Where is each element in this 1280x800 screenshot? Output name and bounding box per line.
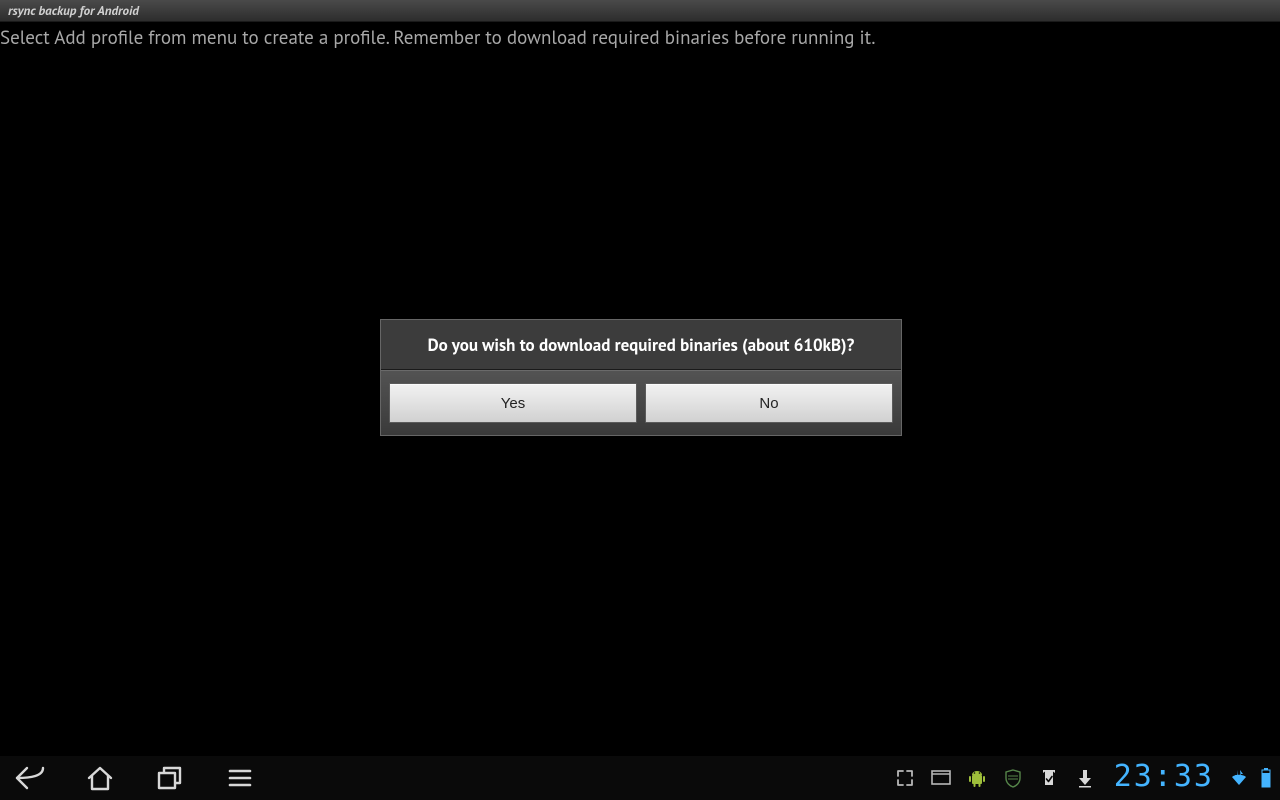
back-button[interactable]: [10, 758, 50, 798]
content-area: Select Add profile from menu to create a…: [0, 22, 1280, 52]
nav-buttons-left: [6, 758, 260, 798]
battery-icon: [1260, 765, 1272, 791]
download-complete-icon: [1036, 765, 1062, 791]
app-title: rsync backup for Android: [8, 2, 139, 19]
back-icon: [13, 764, 47, 792]
status-icons-right: 23:33: [892, 763, 1274, 793]
home-button[interactable]: [80, 758, 120, 798]
clock[interactable]: 23:33: [1114, 762, 1214, 792]
menu-button[interactable]: [220, 758, 260, 798]
download-binaries-dialog: Do you wish to download required binarie…: [380, 319, 902, 436]
dialog-button-row: Yes No: [381, 370, 901, 435]
menu-icon: [227, 766, 253, 790]
title-bar: rsync backup for Android: [0, 0, 1280, 22]
instruction-text: Select Add profile from menu to create a…: [0, 26, 875, 50]
wifi-icon: [1228, 765, 1250, 791]
download-icon: [1072, 765, 1098, 791]
home-icon: [85, 764, 115, 792]
system-navigation-bar: 23:33: [0, 756, 1280, 800]
screenshot-icon[interactable]: [928, 765, 954, 791]
expand-icon[interactable]: [892, 765, 918, 791]
yes-button[interactable]: Yes: [389, 383, 637, 423]
dialog-message: Do you wish to download required binarie…: [381, 320, 901, 370]
recent-apps-icon: [155, 764, 185, 792]
no-button[interactable]: No: [645, 383, 893, 423]
recent-apps-button[interactable]: [150, 758, 190, 798]
android-icon: [964, 765, 990, 791]
shield-icon: [1000, 765, 1026, 791]
